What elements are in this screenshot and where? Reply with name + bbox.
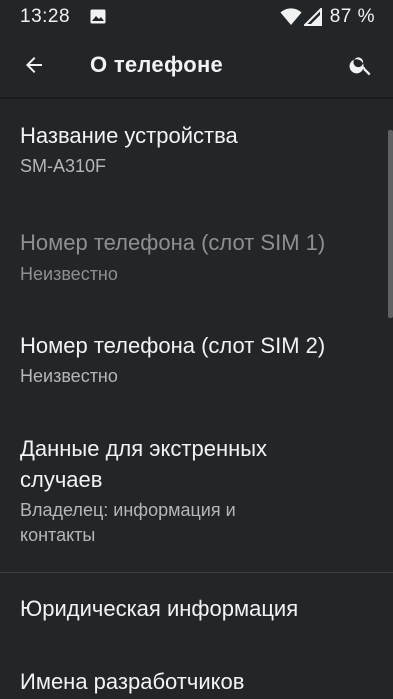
image-notification-icon [90,9,106,24]
item-title: Имена разработчиков [20,669,245,694]
item-subtitle: Неизвестно [20,366,118,386]
back-arrow-icon [26,57,42,73]
page-title: О телефоне [90,52,224,77]
status-bar: 13:28 87 % [0,0,393,34]
item-title: Юридическая информация [20,596,299,621]
list-item-phone-sim2[interactable]: Номер телефона (слот SIM 2) Неизвестно [0,309,393,414]
list-item-developer-names[interactable]: Имена разработчиков [0,647,393,699]
list-item-phone-sim1: Номер телефона (слот SIM 1) Неизвестно [0,202,393,309]
signal-icon [303,8,322,26]
item-subtitle: Владелец: информация и контакты [20,500,236,545]
app-bar: О телефоне [0,34,393,98]
list-item-emergency-info[interactable]: Данные для экстренных случаев Владелец: … [0,414,393,572]
list-item-legal-info[interactable]: Юридическая информация [0,572,393,647]
scrollbar[interactable] [388,130,393,318]
list-item-device-name[interactable]: Название устройства SM-A310F [0,99,393,202]
item-title: Номер телефона (слот SIM 2) [20,333,326,358]
battery-percent: 87 % [329,6,375,27]
item-subtitle: Неизвестно [20,264,118,284]
search-button[interactable] [341,47,381,83]
search-icon [349,57,371,76]
item-title: Данные для экстренных случаев [20,436,268,492]
wifi-icon [280,8,302,25]
back-button[interactable] [14,47,54,83]
section-divider [0,572,393,573]
status-indicators: 87 % [280,6,375,28]
item-title: Номер телефона (слот SIM 1) [20,230,326,255]
item-subtitle: SM-A310F [20,156,107,176]
settings-screen: 13:28 87 % О телефоне Название устройств… [0,0,393,699]
status-time: 13:28 [20,6,71,27]
item-title: Название устройства [20,123,238,148]
